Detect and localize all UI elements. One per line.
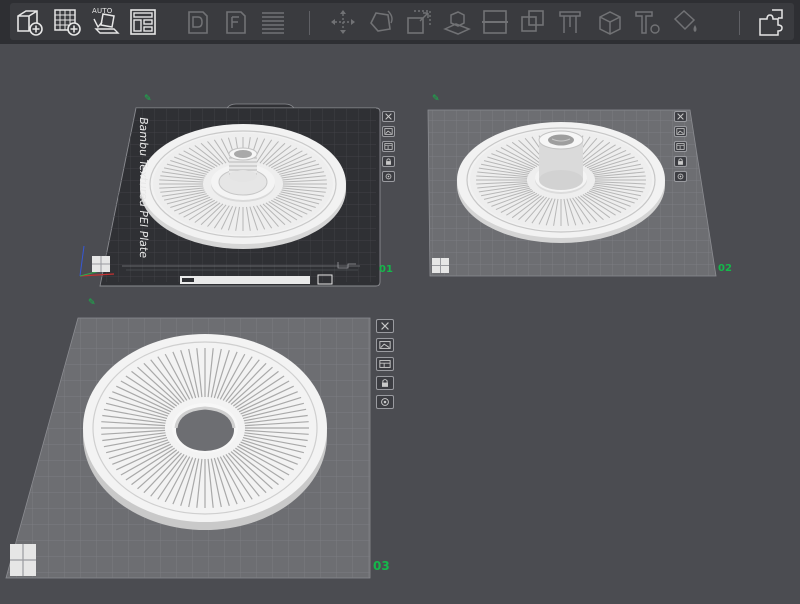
toolbar-panel: AUTO — [10, 3, 794, 40]
plate-2-side-icons — [674, 111, 687, 182]
cut-icon — [482, 10, 508, 34]
plate-number: 03 — [373, 559, 390, 573]
add-object-icon — [17, 10, 43, 36]
text-button[interactable] — [630, 6, 664, 38]
bed-type-label: Bambu Textured PEI Plate — [137, 116, 150, 260]
split-objects-button[interactable] — [180, 6, 214, 38]
settings-icon[interactable] — [382, 171, 395, 182]
split-objects-icon — [188, 11, 208, 34]
edit-plate-icon[interactable]: ✎ — [432, 94, 440, 104]
move-icon — [331, 10, 355, 34]
edit-plate-icon[interactable]: ✎ — [144, 94, 152, 104]
plate-grid-marker — [432, 258, 449, 273]
assembly-view-icon — [759, 9, 783, 36]
assembly-view-button[interactable] — [754, 6, 788, 38]
settings-icon[interactable] — [376, 395, 394, 409]
rotate-button[interactable] — [364, 6, 398, 38]
plate-1[interactable]: Bambu Textured PEI Plate ✎ 01 — [70, 94, 400, 296]
auto-label: AUTO — [92, 7, 113, 15]
arrange-icon[interactable] — [382, 141, 395, 152]
plate-1-bed — [79, 103, 381, 287]
toolbar-separator — [309, 11, 310, 35]
split-parts-button[interactable] — [218, 6, 252, 38]
arrange-icon[interactable] — [674, 141, 687, 152]
lock-icon[interactable] — [376, 376, 394, 390]
lay-on-face-button[interactable] — [440, 6, 474, 38]
variable-layer-button[interactable] — [256, 6, 290, 38]
color-paint-button[interactable] — [668, 6, 702, 38]
picture-icon[interactable] — [376, 338, 394, 352]
seam-paint-button[interactable] — [592, 6, 626, 38]
scale-icon — [407, 10, 431, 34]
close-icon[interactable] — [382, 111, 395, 122]
scale-button[interactable] — [402, 6, 436, 38]
support-paint-button[interactable] — [554, 6, 588, 38]
add-object-button[interactable] — [12, 6, 46, 38]
plate-1-spool — [140, 124, 346, 249]
lock-icon[interactable] — [382, 156, 395, 167]
plate-grid-marker — [92, 256, 110, 272]
plate-2[interactable]: ✎ 02 — [420, 94, 740, 286]
boolean-button[interactable] — [516, 6, 550, 38]
plate-grid-marker — [10, 544, 36, 576]
boolean-icon — [521, 10, 544, 32]
close-icon[interactable] — [376, 319, 394, 333]
text-icon — [635, 11, 660, 34]
close-icon[interactable] — [674, 111, 687, 122]
seam-paint-icon — [599, 11, 621, 35]
settings-icon[interactable] — [674, 171, 687, 182]
auto-orient-button[interactable]: AUTO — [88, 6, 122, 38]
lay-on-face-icon — [443, 11, 471, 35]
split-parts-icon — [226, 11, 246, 34]
plate-2-spool — [457, 122, 665, 243]
plate-1-side-icons — [382, 111, 395, 182]
color-paint-icon — [673, 9, 697, 32]
add-plate-icon — [54, 9, 81, 36]
toolbar-separator — [739, 11, 740, 35]
edit-plate-icon[interactable]: ✎ — [88, 298, 96, 308]
plate-3-side-icons — [376, 319, 394, 409]
top-toolbar: AUTO — [0, 0, 800, 44]
plate-3[interactable]: ✎ 03 — [0, 298, 410, 590]
add-plate-button[interactable] — [50, 6, 84, 38]
plate-3-ring — [83, 334, 327, 530]
support-paint-icon — [559, 11, 581, 33]
picture-icon[interactable] — [674, 126, 687, 137]
plate-3-bed — [5, 317, 371, 579]
cut-button[interactable] — [478, 6, 512, 38]
picture-icon[interactable] — [382, 126, 395, 137]
variable-layer-icon — [262, 12, 284, 34]
plate-number: 02 — [718, 263, 732, 274]
arrange-icon[interactable] — [376, 357, 394, 371]
plate-number: 01 — [379, 264, 393, 275]
arrange-icon — [130, 9, 156, 35]
plate-2-bed — [427, 109, 717, 277]
move-button[interactable] — [326, 6, 360, 38]
rotate-icon — [370, 10, 393, 32]
lock-icon[interactable] — [674, 156, 687, 167]
arrange-button[interactable] — [126, 6, 160, 38]
